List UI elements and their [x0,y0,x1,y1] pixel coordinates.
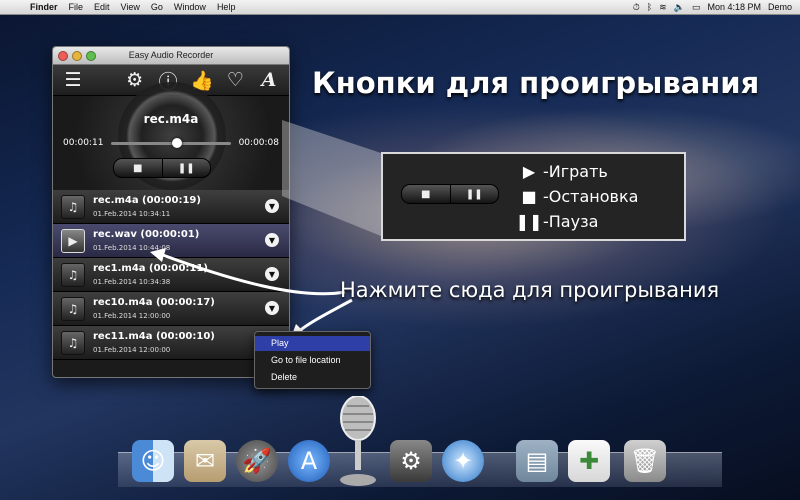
pause-icon: ❚❚ [515,212,543,231]
playback-controls-zoom: ■ ❚❚ [401,184,499,204]
microphone-icon[interactable] [333,396,383,488]
controls-callout: ■ ❚❚ ▶ -Играть ■ -Остановка ❚❚ -Пауза [381,152,686,241]
pause-icon: ❚❚ [449,185,499,203]
pointer-arrow-to-file [159,252,346,296]
legend-play: ▶ -Играть [515,159,638,184]
documents-folder-icon[interactable]: ▤ [516,440,558,482]
play-icon: ▶ [522,162,536,181]
context-menu-go-to-file[interactable]: Go to file location [255,353,370,368]
trash-icon[interactable]: 🗑 [624,440,666,482]
controls-legend: ▶ -Играть ■ -Остановка ❚❚ -Пауза [515,159,639,234]
mail-icon[interactable]: ✉ [184,440,226,482]
context-menu: Play Go to file location Delete [254,331,371,389]
file-icon[interactable]: ✚ [568,440,610,482]
legend-play-label: -Играть [543,162,608,181]
finder-icon[interactable]: ☺ [132,440,174,482]
overlay-heading: Кнопки для проигрывания [312,66,760,100]
context-menu-delete[interactable]: Delete [255,370,370,385]
safari-icon[interactable]: ✦ [442,440,484,482]
legend-pause: ❚❚ -Пауза [515,209,638,234]
system-preferences-icon[interactable]: ⚙ [390,440,432,482]
stop-icon: ■ [521,187,537,206]
legend-stop-label: -Остановка [543,187,639,206]
pointer-arrowhead-file [150,248,166,262]
context-menu-play[interactable]: Play [255,336,370,351]
stop-icon: ■ [421,188,431,200]
legend-stop: ■ -Остановка [515,184,638,209]
overlay-hint: Нажмите сюда для проигрывания [340,278,720,302]
app-store-icon[interactable]: A [288,440,330,482]
launchpad-icon[interactable]: 🚀 [236,440,278,482]
legend-pause-label: -Пауза [543,212,599,231]
callout-beam [282,120,381,236]
pointer-arrow-to-menu [297,298,353,334]
